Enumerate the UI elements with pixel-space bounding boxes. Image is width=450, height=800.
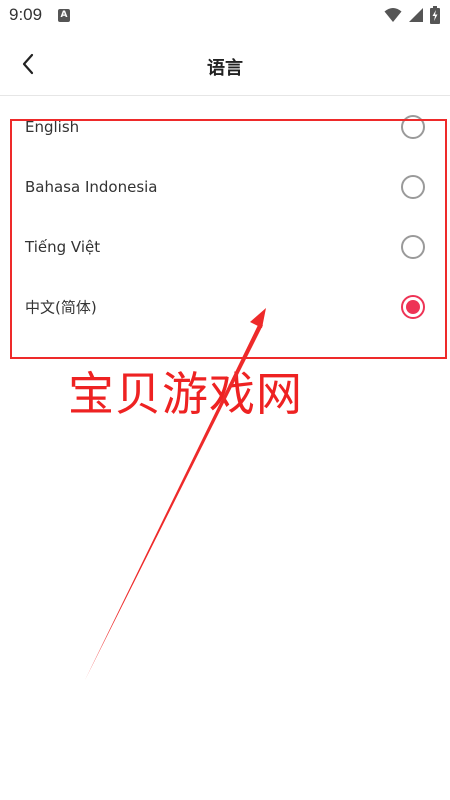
status-time: 9:09 xyxy=(9,5,43,24)
page-title: 语言 xyxy=(207,58,243,79)
language-list: English Bahasa Indonesia Tiếng Việt 中文(简… xyxy=(0,97,450,337)
arrow-shaft xyxy=(85,323,263,680)
watermark-text: 宝贝游戏网 xyxy=(68,367,303,421)
radio-unselected-icon[interactable] xyxy=(401,175,425,199)
status-bar: 9:09 A xyxy=(0,0,450,32)
language-label: English xyxy=(25,118,80,136)
language-option-chinese-simplified[interactable]: 中文(简体) xyxy=(0,277,450,337)
signal-icon xyxy=(409,8,423,22)
language-label: Bahasa Indonesia xyxy=(25,178,158,196)
language-label: 中文(简体) xyxy=(25,298,97,317)
language-option-bahasa-indonesia[interactable]: Bahasa Indonesia xyxy=(0,157,450,217)
language-option-english[interactable]: English xyxy=(0,97,450,157)
radio-selected-icon[interactable] xyxy=(401,295,425,319)
notification-a-icon: A xyxy=(58,9,70,22)
language-label: Tiếng Việt xyxy=(25,238,101,256)
radio-unselected-icon[interactable] xyxy=(401,115,425,139)
app-header: 语言 xyxy=(0,32,450,96)
language-option-tieng-viet[interactable]: Tiếng Việt xyxy=(0,217,450,277)
radio-unselected-icon[interactable] xyxy=(401,235,425,259)
status-icons xyxy=(384,6,440,24)
wifi-icon xyxy=(384,8,402,22)
battery-charging-icon xyxy=(430,6,440,24)
